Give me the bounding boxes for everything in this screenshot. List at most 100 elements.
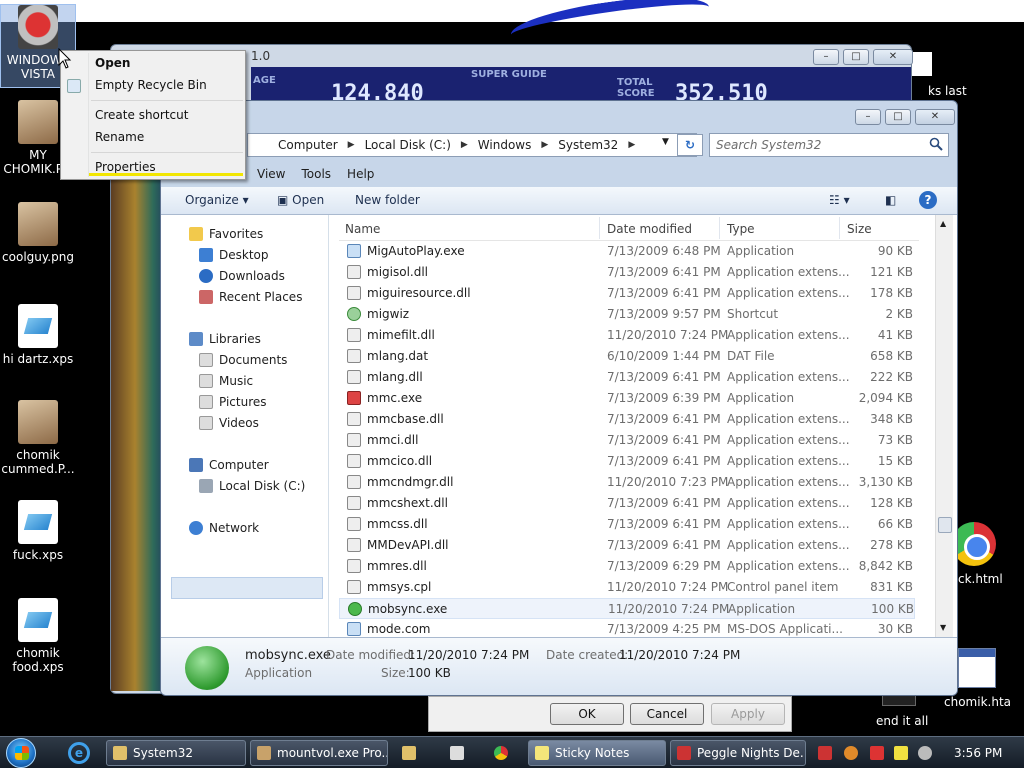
new-folder-button[interactable]: New folder <box>355 193 420 207</box>
tray-icon[interactable] <box>818 746 832 760</box>
tray-search-icon[interactable] <box>844 746 858 760</box>
file-row[interactable]: migwiz 7/13/2009 9:57 PM Shortcut 2 KB <box>339 304 915 325</box>
column-header-type[interactable]: Type <box>727 222 755 236</box>
chrome-icon[interactable] <box>952 522 996 566</box>
chevron-right-icon[interactable]: ▶ <box>628 140 635 150</box>
breadcrumb-item[interactable]: Computer <box>278 138 338 152</box>
nav-desktop[interactable]: Desktop <box>199 248 269 262</box>
help-icon[interactable]: ? <box>919 191 937 209</box>
scrollbar-thumb[interactable] <box>938 517 952 533</box>
menu-item-empty-recycle-bin[interactable]: Empty Recycle Bin <box>95 78 207 92</box>
file-row[interactable]: mobsync.exe 11/20/2010 7:24 PM Application… <box>339 598 915 619</box>
chevron-down-icon[interactable]: ▼ <box>662 137 669 147</box>
file-row[interactable]: mmcbase.dll 7/13/2009 6:41 PM Application … <box>339 409 915 430</box>
desktop-icon-file[interactable]: fuck.xps <box>0 500 76 562</box>
internet-explorer-icon[interactable]: e <box>68 742 90 764</box>
chevron-right-icon[interactable]: ▶ <box>461 140 468 150</box>
nav-computer[interactable]: Computer <box>189 458 269 472</box>
close-button[interactable]: ✕ <box>915 109 955 125</box>
chevron-right-icon[interactable]: ▶ <box>541 140 548 150</box>
flag-icon[interactable] <box>870 746 884 760</box>
nav-favorites[interactable]: Favorites <box>189 227 263 241</box>
file-row[interactable]: mimefilt.dll 11/20/2010 7:24 PM Applicatio… <box>339 325 915 346</box>
address-bar[interactable]: Computer ▶ Local Disk (C:) ▶ Windows ▶ Syst… <box>247 133 697 157</box>
vertical-scrollbar[interactable]: ▲ ▼ <box>935 215 953 637</box>
file-row[interactable]: mmsys.cpl 11/20/2010 7:24 PM Control panel… <box>339 577 915 598</box>
column-divider[interactable] <box>719 217 720 239</box>
view-options-icon[interactable]: ☷ ▾ <box>829 193 850 207</box>
minimize-button[interactable]: – <box>855 109 881 125</box>
minimize-button[interactable]: – <box>813 49 839 65</box>
nav-pictures[interactable]: Pictures <box>199 395 267 409</box>
nav-recent-places[interactable]: Recent Places <box>199 290 302 304</box>
desktop-icon-file[interactable]: chomik cummed.P... <box>0 400 76 476</box>
nav-documents[interactable]: Documents <box>199 353 287 367</box>
close-button[interactable]: ✕ <box>873 49 913 65</box>
clock[interactable]: 3:56 PM <box>954 746 1002 760</box>
battery-icon[interactable] <box>894 746 908 760</box>
cancel-button[interactable]: Cancel <box>630 703 704 725</box>
maximize-button[interactable]: □ <box>885 109 911 125</box>
taskbar-button-properties[interactable]: mountvol.exe Pro... <box>250 740 388 766</box>
apply-button[interactable]: Apply <box>711 703 785 725</box>
file-row[interactable]: mmcndmgr.dll 11/20/2010 7:23 PM Applicatio… <box>339 472 915 493</box>
scroll-up-icon[interactable]: ▲ <box>940 219 946 228</box>
calculator-icon[interactable] <box>450 746 464 760</box>
start-button[interactable] <box>6 738 36 768</box>
nav-libraries[interactable]: Libraries <box>189 332 261 346</box>
chevron-right-icon[interactable]: ▶ <box>348 140 355 150</box>
menu-tools[interactable]: Tools <box>293 163 339 187</box>
nav-local-disk[interactable]: Local Disk (C:) <box>199 479 305 493</box>
menu-item-open[interactable]: Open <box>95 56 130 70</box>
organize-button[interactable]: Organize ▾ <box>185 193 249 207</box>
menu-item-rename[interactable]: Rename <box>95 130 144 144</box>
menu-help[interactable]: Help <box>339 163 382 187</box>
nav-downloads[interactable]: Downloads <box>199 269 285 283</box>
file-row[interactable]: mmci.dll 7/13/2009 6:41 PM Application ext… <box>339 430 915 451</box>
breadcrumb-item[interactable]: Windows <box>478 138 532 152</box>
refresh-icon[interactable]: ↻ <box>677 134 703 156</box>
menu-item-create-shortcut[interactable]: Create shortcut <box>95 108 188 122</box>
file-row[interactable]: mmcss.dll 7/13/2009 6:41 PM Application ex… <box>339 514 915 535</box>
desktop-icon-file[interactable]: coolguy.png <box>0 202 76 264</box>
explorer-window[interactable]: – □ ✕ Computer ▶ Local Disk (C:) ▶ Windows… <box>160 100 958 696</box>
ok-button[interactable]: OK <box>550 703 624 725</box>
media-player-icon[interactable] <box>402 746 416 760</box>
menu-item-properties[interactable]: Properties <box>95 160 156 174</box>
nav-music[interactable]: Music <box>199 374 253 388</box>
file-row[interactable]: mlang.dat 6/10/2009 1:44 PM DAT File 658 KB <box>339 346 915 367</box>
file-row[interactable]: miguiresource.dll 7/13/2009 6:41 PM Applic… <box>339 283 915 304</box>
file-row[interactable]: migisol.dll 7/13/2009 6:41 PM Application … <box>339 262 915 283</box>
chrome-taskbar-icon[interactable] <box>494 746 508 760</box>
hta-file-icon[interactable] <box>958 648 996 688</box>
column-header-size[interactable]: Size <box>847 222 872 236</box>
maximize-button[interactable]: □ <box>843 49 869 65</box>
menu-view[interactable]: View <box>249 163 293 187</box>
desktop-icon-file[interactable]: hi dartz.xps <box>0 304 76 366</box>
volume-icon[interactable] <box>918 746 932 760</box>
taskbar-button-peggle[interactable]: Peggle Nights De... <box>670 740 806 766</box>
file-row[interactable]: mmres.dll 7/13/2009 6:29 PM Application ex… <box>339 556 915 577</box>
file-row[interactable]: mmcshext.dll 7/13/2009 6:41 PM Application… <box>339 493 915 514</box>
nav-videos[interactable]: Videos <box>199 416 259 430</box>
preview-pane-icon[interactable]: ◧ <box>885 193 896 207</box>
open-button[interactable]: ▣ Open <box>277 193 324 207</box>
breadcrumb-item[interactable]: System32 <box>558 138 618 152</box>
file-row[interactable]: MigAutoPlay.exe 7/13/2009 6:48 PM Applicat… <box>339 241 915 262</box>
taskbar-button-explorer[interactable]: System32 <box>106 740 246 766</box>
file-row[interactable]: mmcico.dll 7/13/2009 6:41 PM Application e… <box>339 451 915 472</box>
column-divider[interactable] <box>599 217 600 239</box>
column-header-name[interactable]: Name <box>345 222 380 236</box>
column-divider[interactable] <box>839 217 840 239</box>
breadcrumb-item[interactable]: Local Disk (C:) <box>365 138 451 152</box>
search-icon[interactable] <box>929 137 943 151</box>
taskbar-button-sticky-notes[interactable]: Sticky Notes <box>528 740 666 766</box>
nav-network[interactable]: Network <box>189 521 259 535</box>
column-header-date[interactable]: Date modified <box>607 222 692 236</box>
desktop-icon-file[interactable]: chomik food.xps <box>0 598 76 674</box>
file-row[interactable]: mmc.exe 7/13/2009 6:39 PM Application 2,094… <box>339 388 915 409</box>
scroll-down-icon[interactable]: ▼ <box>940 623 946 632</box>
file-row[interactable]: MMDevAPI.dll 7/13/2009 6:41 PM Application… <box>339 535 915 556</box>
search-input[interactable]: Search System32 <box>709 133 949 157</box>
file-row[interactable]: mlang.dll 7/13/2009 6:41 PM Application ex… <box>339 367 915 388</box>
